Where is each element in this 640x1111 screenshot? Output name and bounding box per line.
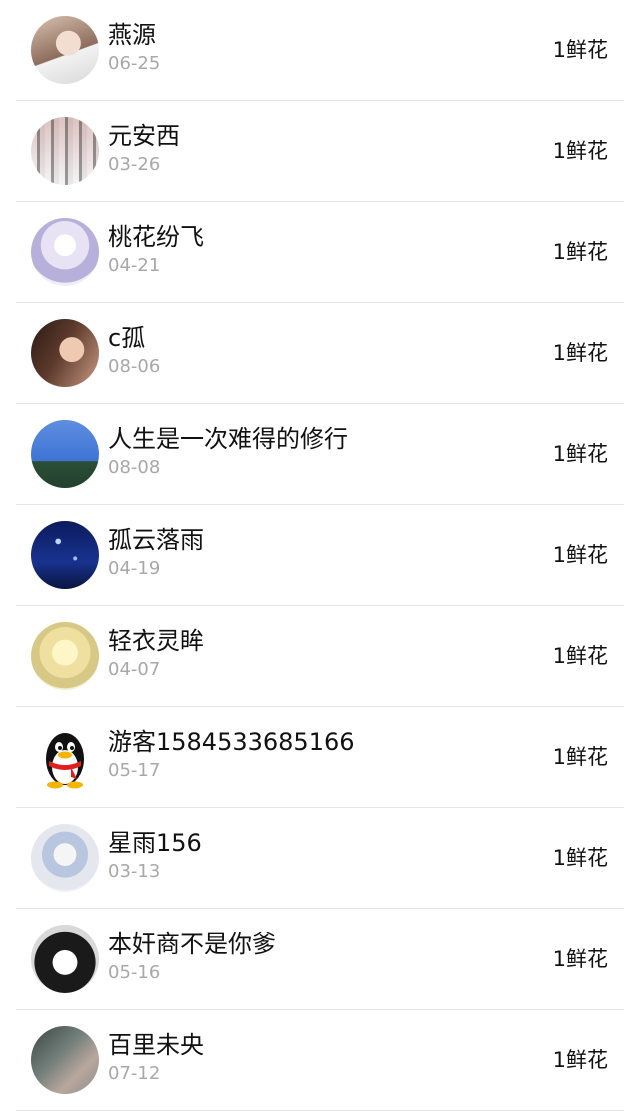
- user-name[interactable]: 本奸商不是你爹: [108, 929, 276, 959]
- avatar[interactable]: [31, 521, 99, 589]
- list-item[interactable]: 元安西 03-26 1鲜花: [16, 101, 624, 202]
- avatar[interactable]: [31, 723, 99, 791]
- list-item[interactable]: 本奸商不是你爹 05-16 1鲜花: [16, 909, 624, 1010]
- user-name[interactable]: 百里未央: [108, 1030, 204, 1060]
- date-label: 03-13: [108, 861, 161, 882]
- avatar[interactable]: [31, 117, 99, 185]
- avatar[interactable]: [31, 824, 99, 892]
- user-name[interactable]: c孤: [108, 323, 145, 353]
- list-item[interactable]: 人生是一次难得的修行 08-08 1鲜花: [16, 404, 624, 505]
- user-name[interactable]: 孤云落雨: [108, 525, 204, 555]
- avatar[interactable]: [31, 319, 99, 387]
- date-label: 04-19: [108, 558, 161, 579]
- gift-count: 1鲜花: [552, 644, 608, 668]
- gift-count: 1鲜花: [552, 1048, 608, 1072]
- list-item[interactable]: 游客1584533685166 05-17 1鲜花: [16, 707, 624, 808]
- date-label: 03-26: [108, 154, 161, 175]
- date-label: 08-08: [108, 457, 161, 478]
- gift-count: 1鲜花: [552, 240, 608, 264]
- user-name[interactable]: 轻衣灵眸: [108, 626, 204, 656]
- list-item[interactable]: 燕源 06-25 1鲜花: [16, 0, 624, 101]
- list-item[interactable]: 百里未央 07-12 1鲜花: [16, 1010, 624, 1111]
- list-item[interactable]: c孤 08-06 1鲜花: [16, 303, 624, 404]
- date-label: 04-21: [108, 255, 161, 276]
- gift-count: 1鲜花: [552, 745, 608, 769]
- user-name[interactable]: 元安西: [108, 121, 180, 151]
- user-name[interactable]: 游客1584533685166: [108, 727, 355, 757]
- user-name[interactable]: 燕源: [108, 20, 156, 50]
- date-label: 04-07: [108, 659, 161, 680]
- gift-count: 1鲜花: [552, 341, 608, 365]
- penguin-icon: [46, 733, 84, 789]
- date-label: 05-17: [108, 760, 161, 781]
- list-item[interactable]: 星雨156 03-13 1鲜花: [16, 808, 624, 909]
- list-item[interactable]: 孤云落雨 04-19 1鲜花: [16, 505, 624, 606]
- gift-count: 1鲜花: [552, 543, 608, 567]
- gift-list: 燕源 06-25 1鲜花 元安西 03-26 1鲜花 桃花纷飞 04-21 1鲜…: [0, 0, 640, 1111]
- user-name[interactable]: 星雨156: [108, 828, 202, 858]
- gift-count: 1鲜花: [552, 947, 608, 971]
- date-label: 06-25: [108, 53, 161, 74]
- avatar[interactable]: [31, 16, 99, 84]
- gift-count: 1鲜花: [552, 38, 608, 62]
- user-name[interactable]: 桃花纷飞: [108, 222, 204, 252]
- list-item[interactable]: 轻衣灵眸 04-07 1鲜花: [16, 606, 624, 707]
- avatar[interactable]: [31, 1026, 99, 1094]
- gift-count: 1鲜花: [552, 139, 608, 163]
- date-label: 07-12: [108, 1063, 161, 1084]
- user-name[interactable]: 人生是一次难得的修行: [108, 424, 348, 454]
- gift-count: 1鲜花: [552, 846, 608, 870]
- date-label: 08-06: [108, 356, 161, 377]
- list-item[interactable]: 桃花纷飞 04-21 1鲜花: [16, 202, 624, 303]
- date-label: 05-16: [108, 962, 161, 983]
- gift-count: 1鲜花: [552, 442, 608, 466]
- avatar[interactable]: [31, 420, 99, 488]
- avatar[interactable]: [31, 218, 99, 286]
- avatar[interactable]: [31, 925, 99, 993]
- avatar[interactable]: [31, 622, 99, 690]
